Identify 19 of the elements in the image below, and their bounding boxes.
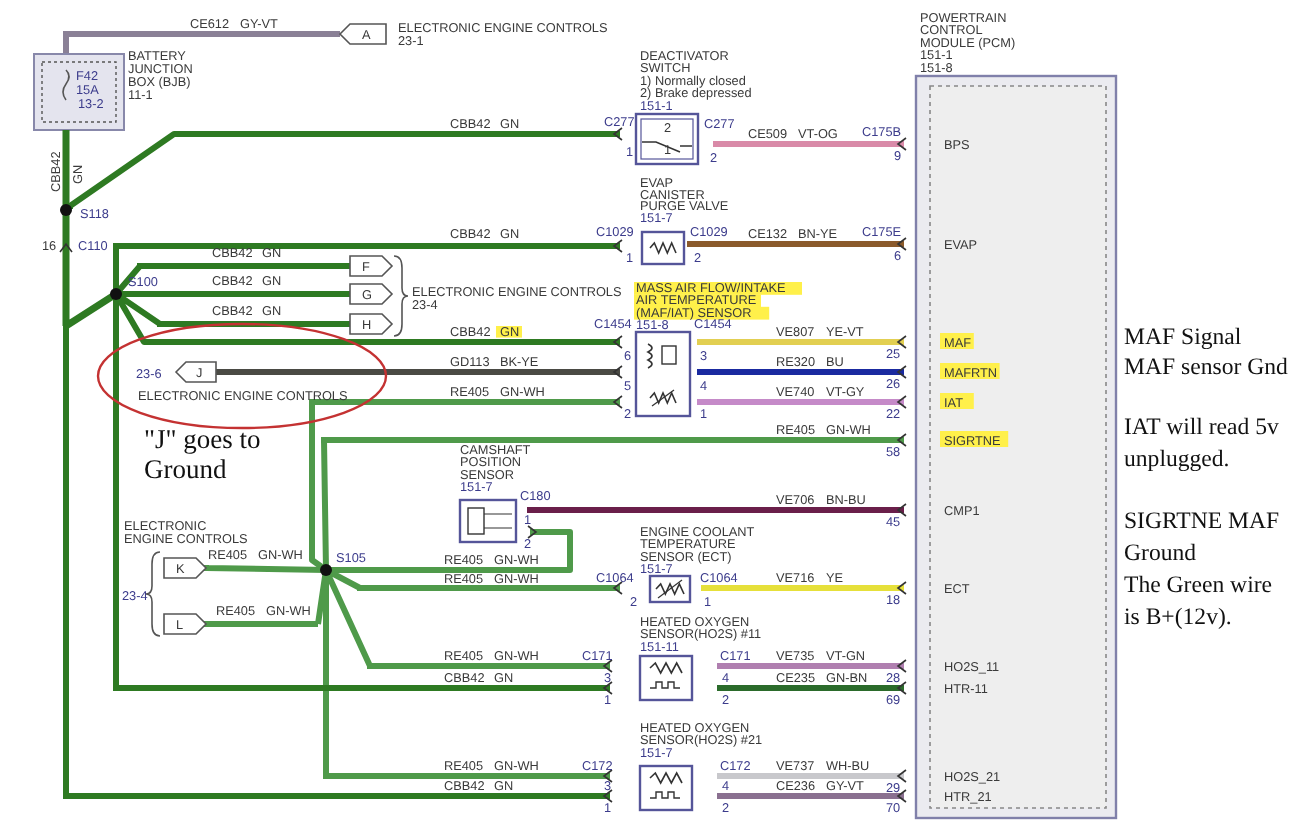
oxygen-sensor-icon bbox=[638, 654, 694, 702]
splice-dot bbox=[320, 564, 332, 576]
switch-icon bbox=[634, 112, 700, 166]
annotation-note: MAF Signal bbox=[1124, 322, 1242, 350]
oxygen-sensor-icon bbox=[638, 764, 694, 812]
brace-icon bbox=[393, 255, 409, 337]
splice-dot bbox=[110, 288, 122, 300]
junction-box bbox=[33, 53, 125, 131]
annotation-note: SIGRTNE MAF Ground The Green wire is B+(12v). bbox=[1124, 506, 1280, 630]
annotation-note: "J" goes to Ground bbox=[144, 424, 261, 484]
sensor-icon bbox=[634, 330, 692, 418]
splice-dot bbox=[60, 204, 72, 216]
brace-icon bbox=[145, 551, 161, 637]
annotation-note: IAT will read 5v unplugged. bbox=[1124, 412, 1279, 472]
fuse-icon bbox=[62, 69, 70, 101]
sensor-icon bbox=[458, 498, 518, 544]
annotation-note: MAF sensor Gnd bbox=[1124, 352, 1288, 380]
thermistor-icon bbox=[648, 574, 692, 604]
coil-icon bbox=[640, 230, 686, 266]
